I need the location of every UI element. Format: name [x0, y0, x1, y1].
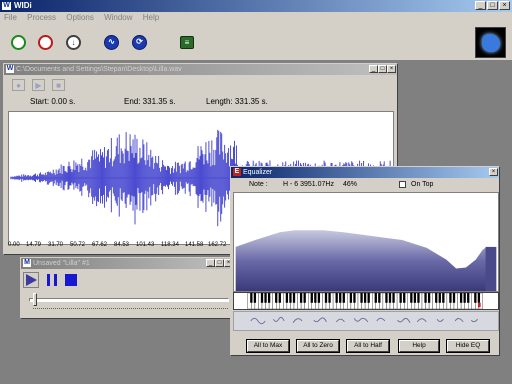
ruler-tick: 118.34: [161, 242, 179, 248]
end-time: End: 331.35 s.: [124, 97, 176, 106]
close-button[interactable]: ×: [489, 168, 498, 176]
minimize-button[interactable]: _: [369, 65, 378, 73]
wave-window-title: C:\Documents and Settings\Stepan\Desktop…: [16, 66, 182, 73]
equalizer-buttons: All to Max All to Zero All to Half Help …: [231, 338, 501, 354]
pause-icon[interactable]: [47, 274, 57, 286]
close-button[interactable]: ×: [499, 1, 510, 10]
waveform-icon[interactable]: ∿: [104, 35, 119, 50]
equalizer-header: Note : H - 6 3951.07Hz 46% On Top: [231, 178, 499, 192]
equalizer-window-icon: E: [233, 168, 241, 176]
new-icon[interactable]: [11, 35, 26, 50]
app-icon: W: [2, 2, 11, 10]
ruler-tick: 141.58: [185, 242, 204, 248]
cycle-icon[interactable]: ⟳: [132, 35, 147, 50]
playback-toolbar: [21, 269, 234, 289]
position-slider[interactable]: [29, 298, 229, 302]
all-to-max-button[interactable]: All to Max: [247, 340, 289, 352]
unsaved-window-titlebar[interactable]: M Unsaved "Lilla" #1 _ □ ×: [21, 258, 234, 269]
piano-keyboard[interactable]: [233, 292, 499, 310]
app-titlebar: W WIDi _ □ ×: [0, 0, 512, 12]
close-button[interactable]: ×: [387, 65, 396, 73]
minimize-button[interactable]: _: [206, 259, 215, 267]
ruler-tick: 162.72: [208, 242, 227, 248]
note-strip: [233, 311, 499, 331]
play-icon[interactable]: ▶: [32, 79, 45, 91]
stop-icon[interactable]: [65, 274, 77, 286]
download-icon[interactable]: ↓: [66, 35, 81, 50]
minimize-button[interactable]: _: [475, 1, 486, 10]
app-logo: [475, 27, 506, 58]
ruler-tick: 67.62: [92, 242, 108, 248]
all-to-zero-button[interactable]: All to Zero: [297, 340, 339, 352]
length-time: Length: 331.35 s.: [206, 97, 268, 106]
ruler-tick: 84.53: [114, 242, 130, 248]
menu-bar: File Process Options Window Help: [0, 12, 512, 25]
equalizer-titlebar[interactable]: E Equalizer ×: [231, 167, 499, 178]
ruler-tick: 101.43: [136, 242, 155, 248]
record-icon[interactable]: [38, 35, 53, 50]
wave-window-controls: _ □ ×: [369, 65, 396, 73]
note-percent: 46%: [343, 181, 358, 188]
note-value: H - 6 3951.07Hz: [283, 181, 334, 188]
equalizer-title: Equalizer: [243, 169, 273, 176]
wave-window-titlebar[interactable]: W C:\Documents and Settings\Stepan\Deskt…: [4, 64, 397, 75]
logo-icon: [482, 34, 500, 52]
equalizer-graph[interactable]: [233, 192, 499, 292]
play-icon[interactable]: [26, 274, 37, 286]
menu-options[interactable]: Options: [62, 12, 98, 23]
menu-process[interactable]: Process: [23, 12, 60, 23]
wave-window-icon: W: [6, 65, 14, 73]
help-button[interactable]: Help: [399, 340, 439, 352]
app-title: WIDi: [14, 1, 32, 10]
menu-help[interactable]: Help: [139, 12, 163, 23]
on-top-checkbox[interactable]: [399, 181, 406, 188]
maximize-button[interactable]: □: [487, 1, 498, 10]
ruler-tick: 0.00: [8, 242, 20, 248]
equalizer-window[interactable]: E Equalizer × Note : H - 6 3951.07Hz 46%…: [230, 166, 500, 356]
hide-eq-button[interactable]: Hide EQ: [447, 340, 489, 352]
unsaved-window[interactable]: M Unsaved "Lilla" #1 _ □ ×: [20, 257, 235, 319]
unsaved-window-icon: M: [23, 259, 31, 267]
wave-info: Start: 0.00 s. End: 331.35 s. Length: 33…: [4, 95, 397, 111]
start-time: Start: 0.00 s.: [30, 97, 76, 106]
wave-toolbar: ● ▶ ■: [4, 75, 397, 95]
equalizer-icon[interactable]: ≡: [180, 36, 194, 49]
menu-file[interactable]: File: [0, 12, 21, 23]
equalizer-window-controls: ×: [489, 168, 498, 176]
maximize-button[interactable]: □: [215, 259, 224, 267]
note-label: Note :: [249, 181, 268, 188]
record-icon[interactable]: ●: [12, 79, 25, 91]
stop-icon[interactable]: ■: [52, 79, 65, 91]
ruler-tick: 14.79: [26, 242, 42, 248]
window-controls: _ □ ×: [475, 1, 510, 10]
on-top-label: On Top: [411, 181, 434, 188]
unsaved-window-controls: _ □ ×: [206, 259, 233, 267]
ruler-tick: 50.72: [70, 242, 86, 248]
unsaved-window-title: Unsaved "Lilla" #1: [33, 260, 90, 267]
maximize-button[interactable]: □: [378, 65, 387, 73]
ruler-tick: 31.70: [48, 242, 64, 248]
toolbar: ↓ ∿ ⟳ ≡: [0, 25, 512, 61]
slider-thumb[interactable]: [33, 293, 37, 306]
menu-window[interactable]: Window: [100, 12, 136, 23]
all-to-half-button[interactable]: All to Half: [347, 340, 389, 352]
slider-ticks: [33, 308, 228, 310]
